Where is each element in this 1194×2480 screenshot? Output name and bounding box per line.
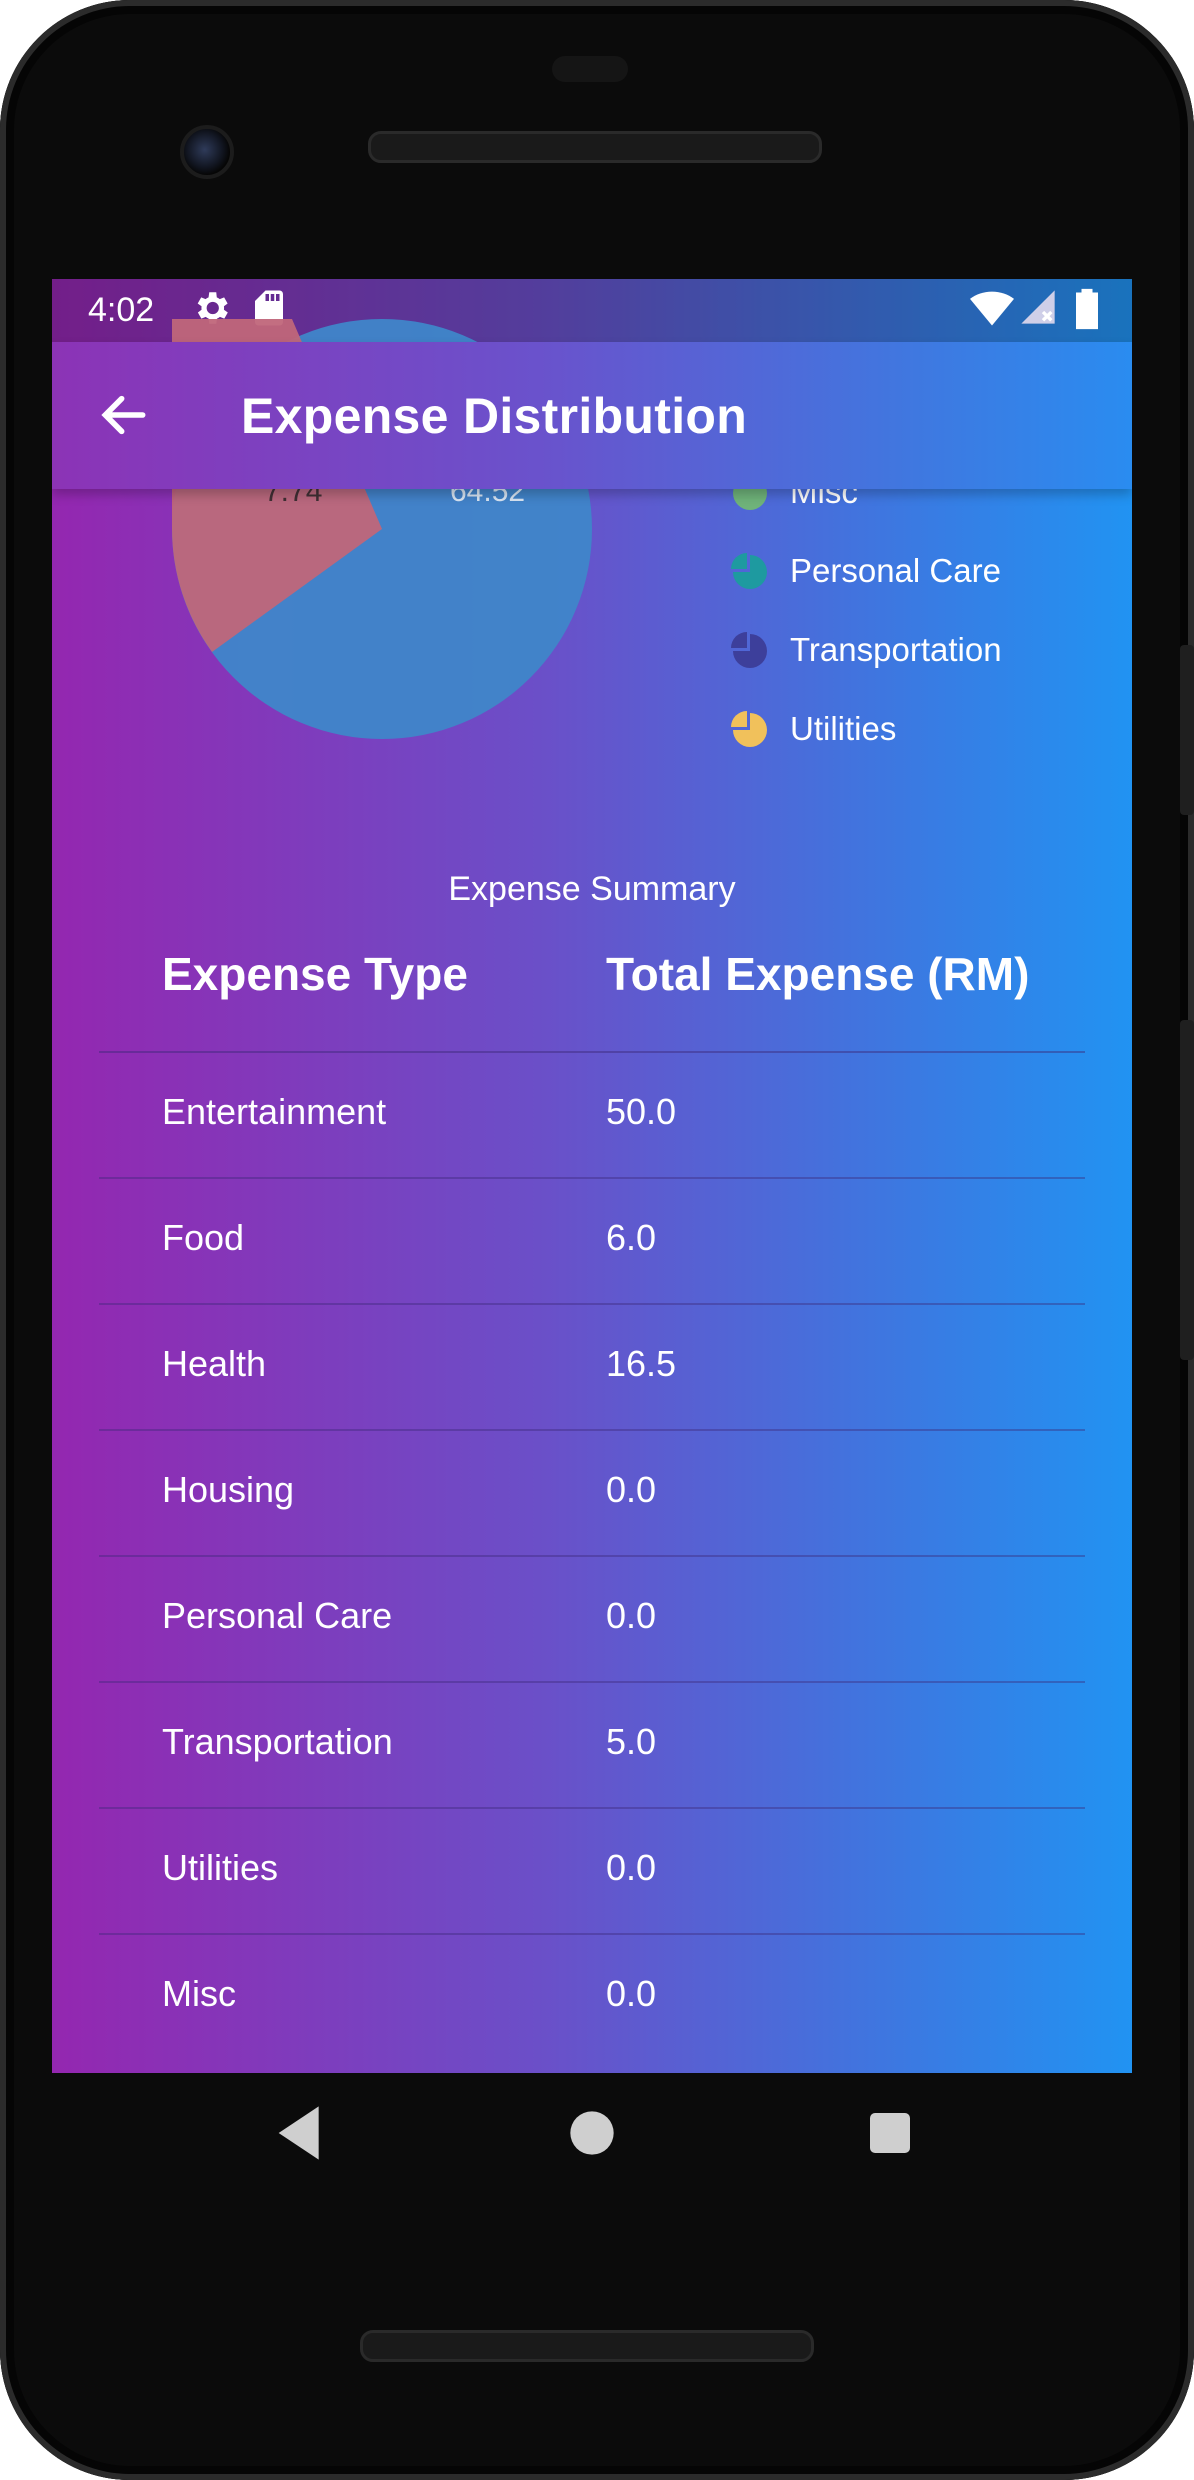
proximity-sensor <box>552 56 628 82</box>
bottom-speaker <box>360 2330 814 2362</box>
cell-expense-type: Entertainment <box>162 1091 387 1132</box>
summary-caption: Expense Summary <box>448 870 736 908</box>
table-header: Expense Type Total Expense (RM) <box>99 921 1085 1053</box>
cell-total: 6.0 <box>606 1217 657 1258</box>
cell-total: 0.0 <box>606 1973 657 2014</box>
table-row: Entertainment 50.0 <box>99 1053 1085 1179</box>
cell-total: 50.0 <box>606 1091 677 1132</box>
front-camera <box>180 125 234 179</box>
cell-total: 5.0 <box>606 1721 657 1762</box>
recents-square-icon[interactable] <box>850 2093 930 2173</box>
table-row: Housing 0.0 <box>99 1431 1085 1557</box>
table-row: Personal Care 0.0 <box>99 1557 1085 1683</box>
table-row: Food 6.0 <box>99 1179 1085 1305</box>
app-bar: Expense Distribution <box>52 342 1132 489</box>
earpiece-speaker <box>368 131 822 163</box>
table-row: Utilities 0.0 <box>99 1809 1085 1935</box>
pie-segment-icon <box>731 632 767 668</box>
legend-label: Personal Care <box>790 552 1001 589</box>
content-area: 7.74 64.52 Misc Personal Care Transporta… <box>52 319 1132 2073</box>
page-title: Expense Distribution <box>241 388 748 444</box>
cell-signal-icon <box>1018 287 1058 336</box>
cell-expense-type: Personal Care <box>162 1595 393 1636</box>
expense-table: Expense Type Total Expense (RM) Entertai… <box>99 921 1085 2059</box>
table-row: Transportation 5.0 <box>99 1683 1085 1809</box>
power-button <box>1180 1020 1194 1360</box>
wifi-icon <box>970 287 1014 340</box>
legend-label: Utilities <box>790 710 897 747</box>
cell-total: 16.5 <box>606 1343 677 1384</box>
cell-total: 0.0 <box>606 1595 657 1636</box>
arrow-back-icon[interactable] <box>96 387 152 443</box>
battery-icon <box>1072 287 1102 340</box>
cell-expense-type: Transportation <box>162 1721 393 1762</box>
column-header-total: Total Expense (RM) <box>606 948 1030 1000</box>
column-header-type: Expense Type <box>162 948 468 1000</box>
cell-expense-type: Health <box>162 1343 267 1384</box>
pie-segment-icon <box>731 553 767 589</box>
cell-total: 0.0 <box>606 1469 657 1510</box>
status-time: 4:02 <box>88 291 155 329</box>
table-row: Health 16.5 <box>99 1305 1085 1431</box>
home-circle-icon[interactable] <box>552 2093 632 2173</box>
cell-expense-type: Utilities <box>162 1847 279 1888</box>
legend-label: Transportation <box>790 631 1002 668</box>
cell-expense-type: Misc <box>162 1973 236 2014</box>
volume-button <box>1180 645 1194 815</box>
cell-expense-type: Food <box>162 1217 245 1258</box>
cell-total: 0.0 <box>606 1847 657 1888</box>
back-triangle-icon[interactable] <box>262 2093 342 2173</box>
screen: 4:02 Expense Distribution 7.74 64.52 Mis… <box>52 279 1132 2073</box>
cell-expense-type: Housing <box>162 1469 295 1510</box>
pie-segment-icon <box>731 711 767 747</box>
system-nav-bar <box>52 2073 1132 2199</box>
table-row: Misc 0.0 <box>99 1935 1085 2059</box>
